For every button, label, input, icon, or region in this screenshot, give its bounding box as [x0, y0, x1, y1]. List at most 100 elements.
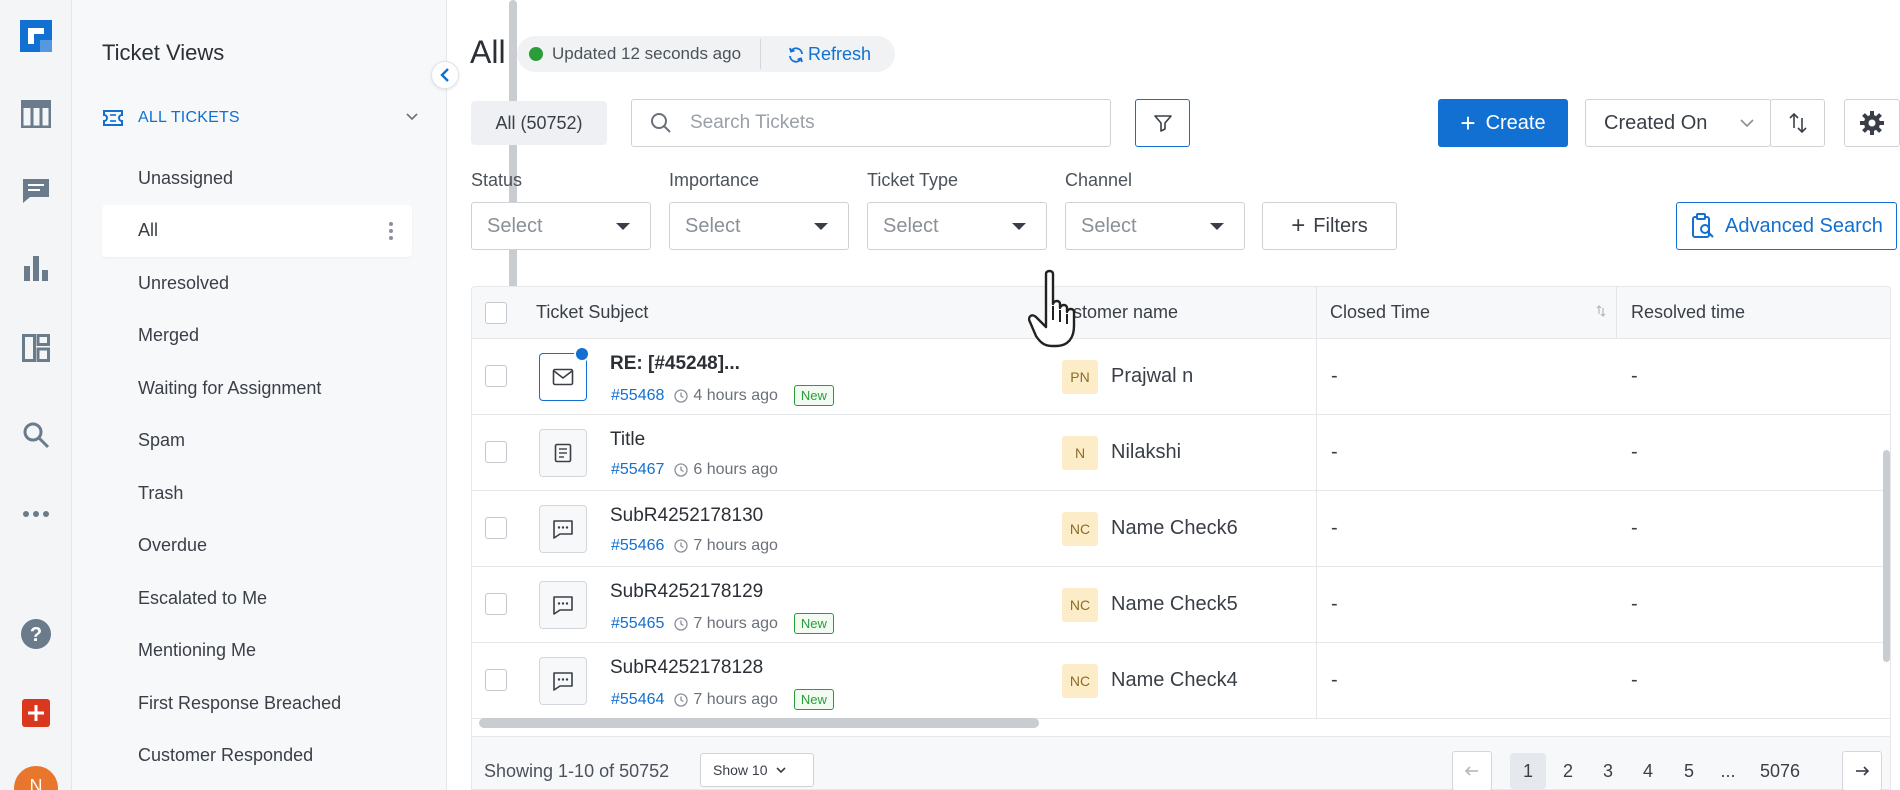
ticket-count-chip[interactable]: All (50752) [471, 101, 607, 145]
table-row[interactable]: SubR4252178129 #55465 7 hours ago New NC Name… [472, 567, 1890, 643]
tickets-table-icon[interactable] [16, 94, 56, 134]
advanced-search-button[interactable]: Advanced Search [1676, 202, 1897, 250]
more-icon[interactable] [16, 494, 56, 534]
row-checkbox[interactable] [485, 669, 507, 691]
sidebar-item-all[interactable]: All [102, 204, 412, 257]
row-checkbox[interactable] [485, 593, 507, 615]
refresh-button[interactable]: Refresh [787, 44, 871, 65]
search-input[interactable] [690, 112, 1070, 134]
sort-field-select[interactable]: Created On [1585, 99, 1771, 147]
sort-arrows-icon[interactable] [1595, 304, 1607, 318]
create-button[interactable]: + Create [1438, 99, 1568, 147]
row-checkbox[interactable] [485, 441, 507, 463]
ticket-subject[interactable]: SubR4252178130 [610, 505, 763, 527]
collapse-sidebar-button[interactable] [431, 61, 459, 89]
sidebar-item-customer-responded[interactable]: Customer Responded [102, 730, 412, 783]
page-number[interactable]: 1 [1510, 753, 1546, 789]
customer-avatar: PN [1062, 360, 1098, 394]
page-number[interactable]: 2 [1550, 753, 1586, 789]
sidebar-item-label: Trash [138, 482, 184, 503]
customer-name[interactable]: Prajwal n [1111, 365, 1193, 388]
previous-page-button[interactable] [1452, 751, 1492, 790]
filter-select[interactable]: Select [1065, 202, 1245, 250]
sidebar-item-overdue[interactable]: Overdue [102, 520, 412, 573]
ticket-number-link[interactable]: #55468 [611, 387, 664, 405]
filter-channel: Channel Select [1065, 170, 1245, 250]
search-icon[interactable] [16, 415, 56, 455]
row-checkbox[interactable] [485, 517, 507, 539]
customer-name[interactable]: Name Check5 [1111, 593, 1238, 616]
filter-select[interactable]: Select [471, 202, 651, 250]
vertical-scrollbar[interactable] [1883, 450, 1890, 662]
next-page-button[interactable] [1842, 751, 1882, 790]
ticket-age: 7 hours ago [693, 690, 778, 708]
sidebar-item-merged[interactable]: Merged [102, 310, 412, 363]
logo-icon[interactable] [16, 16, 56, 56]
table-row[interactable]: SubR4252178128 #55464 7 hours ago New NC Name… [472, 643, 1890, 719]
kebab-menu-icon[interactable] [388, 221, 394, 246]
page-number[interactable]: 3 [1590, 753, 1626, 789]
page-number[interactable]: 5076 [1752, 753, 1808, 789]
sidebar-item-trash[interactable]: Trash [102, 467, 412, 520]
search-box[interactable] [631, 99, 1111, 147]
sidebar-item-waiting-for-assignment[interactable]: Waiting for Assignment [102, 362, 412, 415]
customer-name[interactable]: Name Check6 [1111, 517, 1238, 540]
ticket-subject[interactable]: RE: [#45248]... [610, 353, 740, 375]
filter-select[interactable]: Select [669, 202, 849, 250]
ticket-number-link[interactable]: #55466 [611, 537, 664, 555]
column-divider[interactable] [1616, 287, 1617, 339]
hand-cursor-icon [1027, 269, 1076, 348]
analytics-icon[interactable] [16, 248, 56, 288]
column-header-subject[interactable]: Ticket Subject [536, 302, 648, 323]
closed-time-cell: - [1331, 669, 1338, 691]
ticket-subject[interactable]: SubR4252178128 [610, 657, 763, 679]
settings-button[interactable] [1844, 99, 1900, 147]
sidebar-item-unresolved[interactable]: Unresolved [102, 257, 412, 310]
add-icon[interactable] [16, 693, 56, 733]
sidebar-item-spam[interactable]: Spam [102, 415, 412, 468]
select-all-checkbox[interactable] [485, 302, 507, 324]
help-icon[interactable]: ? [16, 614, 56, 654]
more-filters-button[interactable]: + Filters [1262, 202, 1397, 250]
ticket-number-link[interactable]: #55464 [611, 691, 664, 709]
clock-icon [674, 692, 693, 707]
chevron-down-icon[interactable] [404, 108, 420, 124]
chat-icon[interactable] [16, 171, 56, 211]
dashboard-icon[interactable] [16, 328, 56, 368]
customer-name[interactable]: Name Check4 [1111, 669, 1238, 692]
column-header-customer[interactable]: stomer name [1073, 302, 1178, 323]
table-row[interactable]: SubR4252178130 #55466 7 hours ago NC Name Ch… [472, 491, 1890, 567]
column-divider [1316, 643, 1317, 719]
clock-icon [674, 539, 693, 553]
filter-select[interactable]: Select [867, 202, 1047, 250]
search-icon [651, 113, 671, 133]
sidebar-item-label: Merged [138, 325, 200, 346]
row-checkbox[interactable] [485, 365, 507, 387]
status-badge: New [793, 689, 834, 710]
filter-toggle-button[interactable] [1135, 99, 1190, 147]
column-divider [1316, 567, 1317, 643]
sidebar-item-mentioning-me[interactable]: Mentioning Me [102, 625, 412, 678]
sort-direction-button[interactable] [1770, 99, 1825, 147]
column-header-resolved-time[interactable]: Resolved time [1631, 302, 1745, 323]
page-number[interactable]: 5 [1671, 753, 1707, 789]
arrow-left-icon [1464, 766, 1478, 776]
page-number[interactable]: 4 [1630, 753, 1666, 789]
horizontal-scrollbar[interactable] [479, 718, 1039, 728]
column-divider [1316, 339, 1317, 415]
ticket-number-link[interactable]: #55465 [611, 615, 664, 633]
all-tickets-group[interactable]: ALL TICKETS [102, 100, 442, 136]
page-size-select[interactable]: Show 10 [700, 753, 814, 787]
sidebar-item-first-response-breached[interactable]: First Response Breached [102, 677, 412, 730]
table-row[interactable]: RE: [#45248]... #55468 4 hours ago New PN Pra… [472, 339, 1890, 415]
column-header-closed-time[interactable]: Closed Time [1330, 302, 1430, 323]
ticket-subject[interactable]: SubR4252178129 [610, 581, 763, 603]
ticket-number-link[interactable]: #55467 [611, 461, 664, 479]
column-divider[interactable] [1316, 287, 1317, 339]
ticket-subject[interactable]: Title [610, 429, 645, 451]
user-avatar[interactable]: N [14, 766, 58, 790]
customer-name[interactable]: Nilakshi [1111, 441, 1181, 464]
sidebar-item-unassigned[interactable]: Unassigned [102, 152, 412, 205]
sidebar-item-escalated-to-me[interactable]: Escalated to Me [102, 572, 412, 625]
table-row[interactable]: Title #55467 6 hours ago N Nilakshi - - [472, 415, 1890, 491]
